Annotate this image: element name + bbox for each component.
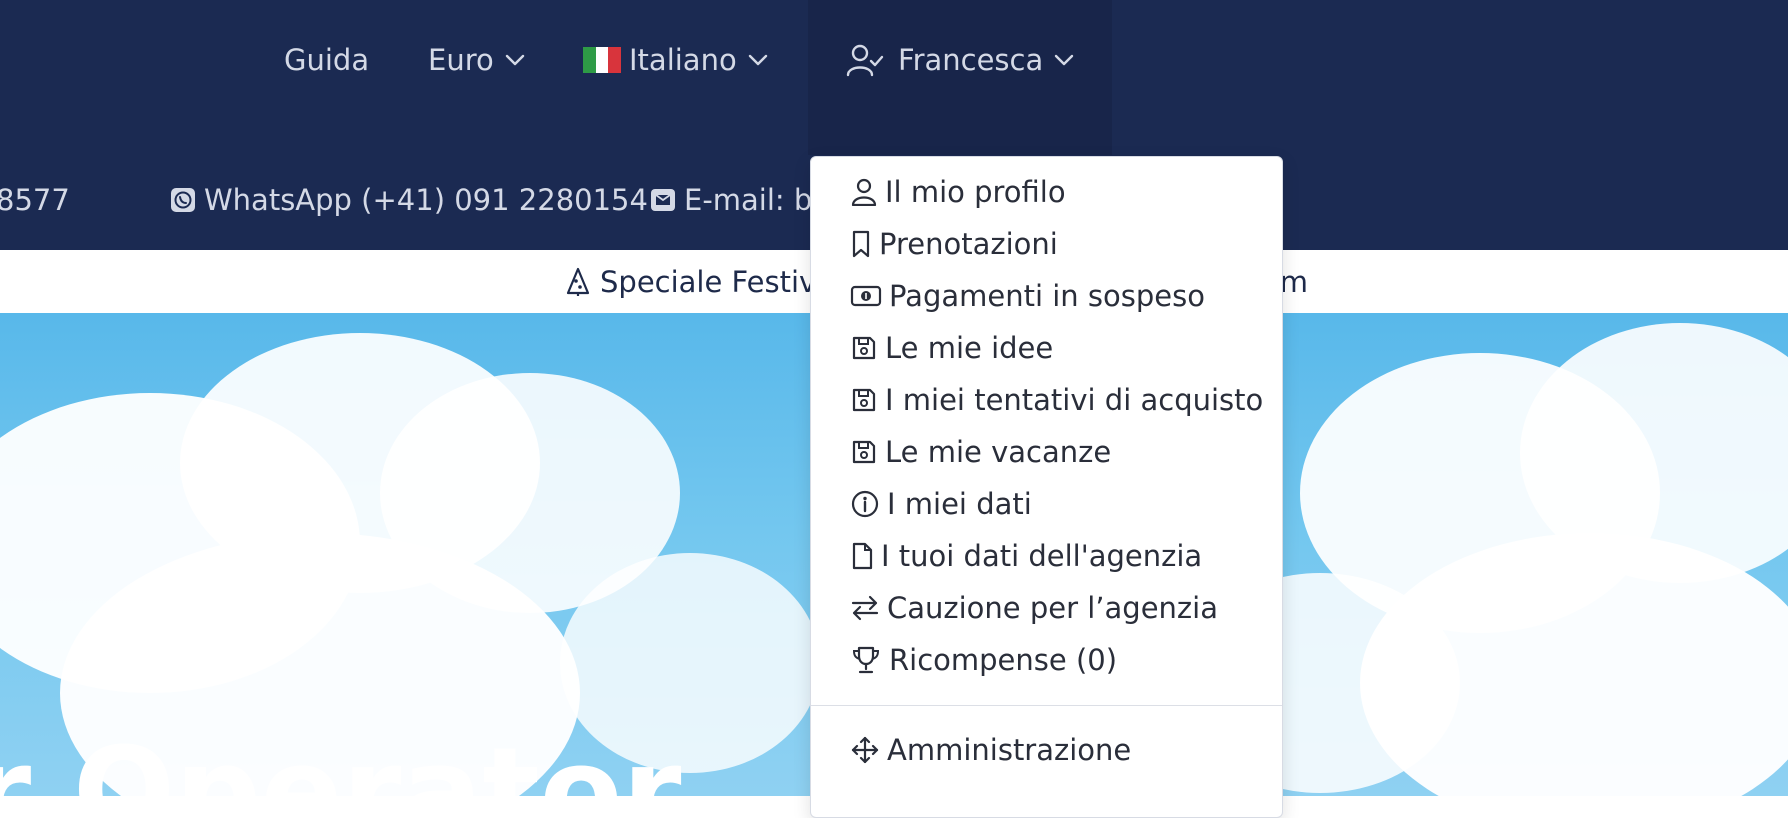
menu-item-agency-data[interactable]: I tuoi dati dell'agenzia — [849, 534, 1202, 578]
menu-item-label: I tuoi dati dell'agenzia — [881, 539, 1203, 573]
whatsapp-icon — [170, 187, 196, 213]
user-label: Francesca — [898, 43, 1044, 77]
move-arrows-icon — [849, 735, 881, 765]
italy-flag-icon — [583, 47, 622, 73]
menu-item-label: Il mio profilo — [885, 175, 1066, 209]
announcement-text: Speciale Festivi — [600, 265, 825, 299]
menu-item-purchase-attempts[interactable]: I miei tentativi di acquisto — [849, 378, 1263, 422]
hero-title: r Operator — [0, 723, 682, 797]
guide-link[interactable]: Guida — [284, 38, 369, 82]
menu-divider — [811, 705, 1282, 706]
user-dropdown-menu: Il mio profilo Prenotazioni Pagamenti in… — [810, 156, 1283, 818]
menu-item-label: Ricompense (0) — [889, 643, 1118, 677]
whatsapp-label: WhatsApp (+41) 091 2280154 — [204, 183, 648, 217]
menu-item-holidays[interactable]: Le mie vacanze — [849, 430, 1111, 474]
file-icon — [849, 541, 875, 571]
announcement-link[interactable]: Speciale Festivi — [564, 262, 824, 302]
swap-arrows-icon — [849, 593, 881, 623]
info-icon — [849, 489, 881, 519]
floppy-icon — [849, 333, 879, 363]
menu-item-administration[interactable]: Amministrazione — [849, 728, 1131, 772]
currency-dropdown[interactable]: Euro — [428, 38, 526, 82]
guide-label: Guida — [284, 43, 370, 77]
floppy-icon — [849, 385, 879, 415]
chevron-down-icon — [1053, 49, 1075, 71]
cash-icon — [849, 281, 883, 311]
currency-label: Euro — [428, 43, 494, 77]
email-contact[interactable]: E-mail: b — [650, 178, 812, 222]
menu-item-label: I miei dati — [887, 487, 1032, 521]
menu-item-ideas[interactable]: Le mie idee — [849, 326, 1053, 370]
menu-item-label: I miei tentativi di acquisto — [885, 383, 1264, 417]
bookmark-icon — [849, 229, 873, 259]
menu-item-label: Cauzione per l’agenzia — [887, 591, 1218, 625]
menu-item-label: Prenotazioni — [879, 227, 1058, 261]
menu-item-pending-payments[interactable]: Pagamenti in sospeso — [849, 274, 1205, 318]
language-label: Italiano — [629, 43, 737, 77]
floppy-icon — [849, 437, 879, 467]
menu-item-my-data[interactable]: I miei dati — [849, 482, 1032, 526]
menu-item-label: Le mie idee — [885, 331, 1054, 365]
language-dropdown[interactable]: Italiano — [583, 38, 769, 82]
email-label: E-mail: b — [684, 183, 813, 217]
user-dropdown[interactable]: Francesca — [846, 38, 1075, 82]
trophy-icon — [849, 645, 883, 675]
menu-item-agency-deposit[interactable]: Cauzione per l’agenzia — [849, 586, 1218, 630]
user-check-icon — [846, 43, 884, 77]
menu-item-profile[interactable]: Il mio profilo — [849, 170, 1066, 214]
menu-item-label: Pagamenti in sospeso — [889, 279, 1205, 313]
envelope-icon — [650, 187, 676, 213]
phone-contact[interactable]: 8577 — [0, 178, 70, 222]
phone-label: 8577 — [0, 183, 70, 217]
chevron-down-icon — [504, 49, 526, 71]
menu-item-bookings[interactable]: Prenotazioni — [849, 222, 1058, 266]
menu-item-rewards[interactable]: Ricompense (0) — [849, 638, 1117, 682]
user-icon — [849, 177, 879, 207]
chevron-down-icon — [747, 49, 769, 71]
whatsapp-contact[interactable]: WhatsApp (+41) 091 2280154 — [170, 178, 648, 222]
menu-item-label: Le mie vacanze — [885, 435, 1112, 469]
christmas-tree-icon — [564, 267, 592, 297]
menu-item-label: Amministrazione — [887, 733, 1132, 767]
